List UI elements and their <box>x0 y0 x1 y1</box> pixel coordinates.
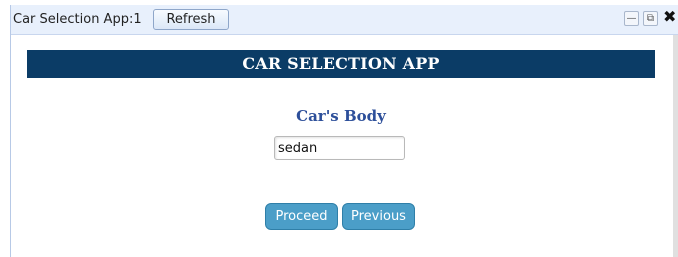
close-icon[interactable]: ✖ <box>663 8 676 26</box>
popout-icon[interactable]: ⧉ <box>643 11 658 26</box>
proceed-button[interactable]: Proceed <box>265 203 338 230</box>
car-body-label: Car's Body <box>296 107 386 125</box>
car-body-input[interactable] <box>274 136 405 160</box>
window-titlebar: Car Selection App:1 Refresh — ⧉ ✖ <box>11 5 678 35</box>
minimize-icon[interactable]: — <box>624 11 639 26</box>
vertical-scrollbar[interactable] <box>673 35 678 257</box>
previous-button[interactable]: Previous <box>342 203 415 230</box>
window-title: Car Selection App:1 <box>13 12 142 27</box>
app-window: Car Selection App:1 Refresh — ⧉ ✖ CAR SE… <box>10 5 678 257</box>
app-header: CAR SELECTION APP <box>27 50 655 78</box>
refresh-button[interactable]: Refresh <box>153 9 229 30</box>
